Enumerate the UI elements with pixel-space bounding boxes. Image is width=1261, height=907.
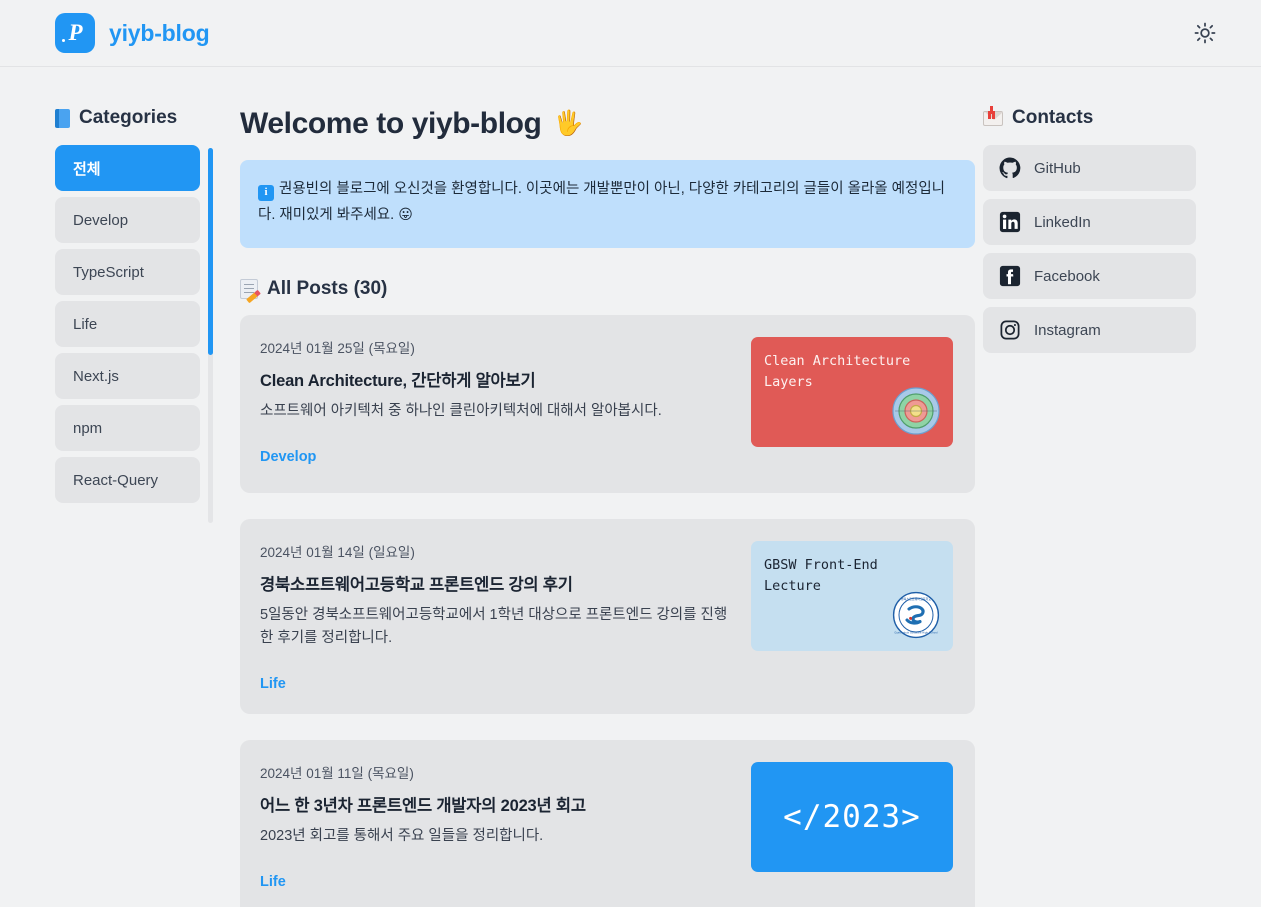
post-thumbnail-text: </2023> [783, 799, 921, 835]
page-container: Categories 전체 Develop TypeScript Life Next.j… [0, 67, 1261, 907]
github-icon [999, 157, 1021, 179]
category-scrollbar-track[interactable] [208, 148, 213, 523]
all-posts-heading-label: All Posts (30) [267, 278, 387, 300]
contact-item-facebook[interactable]: Facebook [983, 253, 1196, 299]
contact-item-linkedin[interactable]: LinkedIn [983, 199, 1196, 245]
post-list: 2024년 01월 25일 (목요일) Clean Architecture, 간… [240, 315, 975, 907]
post-date: 2024년 01월 25일 (목요일) [260, 337, 735, 357]
brand-title: yiyb-blog [109, 20, 209, 47]
sidebar-item-label: Next.js [73, 368, 119, 385]
main-content: Welcome to yiyb-blog 🖐 i권용빈의 블로그에 오신것을 환… [235, 107, 975, 907]
page-title-label: Welcome to yiyb-blog [240, 107, 541, 141]
sidebar-item-react-query[interactable]: React-Query [55, 457, 200, 503]
linkedin-icon [999, 211, 1021, 233]
information-icon: i [258, 185, 274, 201]
contacts-title-label: Contacts [1012, 107, 1093, 129]
post-date: 2024년 01월 14일 (일요일) [260, 541, 735, 561]
sidebar-item-label: Develop [73, 212, 128, 229]
notice-text: 권용빈의 블로그에 오신것을 환영합니다. 이곳에는 개발뿐만이 아닌, 다양한… [258, 181, 945, 223]
post-description: 소프트웨어 아키텍처 중 하나인 클린아키텍처에 대해서 알아봅시다. [260, 400, 730, 423]
sidebar-item--[interactable]: 전체 [55, 145, 200, 191]
facebook-icon [999, 265, 1021, 287]
post-thumbnail-badge [892, 387, 940, 439]
categories-title-label: Categories [79, 107, 177, 129]
sidebar-item-label: Life [73, 316, 97, 333]
contacts-title: Contacts [983, 107, 1261, 129]
facebook-icon [999, 265, 1021, 287]
svg-text:Gyeongbuk Software High School: Gyeongbuk Software High School [894, 630, 938, 634]
contact-item-instagram[interactable]: Instagram [983, 307, 1196, 353]
post-description: 2023년 회고를 통해서 주요 일들을 정리합니다. [260, 825, 730, 848]
post-category-tag[interactable]: Develop [260, 423, 735, 465]
sidebar-item-label: React-Query [73, 472, 158, 489]
contacts-sidebar: Contacts GitHub LinkedIn Facebook Instagram [975, 107, 1261, 907]
incoming-envelope-icon [983, 111, 1003, 126]
contact-item-label: LinkedIn [1034, 214, 1091, 231]
all-posts-heading: All Posts (30) [240, 278, 975, 300]
post-thumbnail: </2023> [751, 762, 953, 872]
post-body: 2024년 01월 11일 (목요일) 어느 한 3년차 프론트엔드 개발자의 2… [260, 762, 751, 890]
contact-item-label: Instagram [1034, 322, 1101, 339]
welcome-notice: i권용빈의 블로그에 오신것을 환영합니다. 이곳에는 개발뿐만이 아닌, 다양… [240, 160, 975, 248]
github-icon [999, 157, 1021, 179]
instagram-icon [999, 319, 1021, 341]
post-category-tag[interactable]: Life [260, 650, 735, 692]
sidebar-item-develop[interactable]: Develop [55, 197, 200, 243]
sidebar-item-label: TypeScript [73, 264, 144, 281]
tongue-face-icon: 😛 [398, 206, 413, 222]
post-card[interactable]: 2024년 01월 14일 (일요일) 경북소프트웨어고등학교 프론트엔드 강의 … [240, 519, 975, 714]
post-description: 5일동안 경북소프트웨어고등학교에서 1학년 대상으로 프론트엔드 강의를 진행… [260, 604, 730, 650]
clean-architecture-rings-icon [892, 387, 940, 435]
sidebar-item-label: npm [73, 420, 102, 437]
gbsw-school-emblem-icon: 경북소프트웨어고등학교 Gyeongbuk Software High Scho… [892, 591, 940, 639]
post-body: 2024년 01월 25일 (목요일) Clean Architecture, 간… [260, 337, 751, 465]
post-date: 2024년 01월 11일 (목요일) [260, 762, 735, 782]
category-scrollbar-thumb[interactable] [208, 148, 213, 355]
contact-list: GitHub LinkedIn Facebook Instagram [983, 145, 1196, 353]
linkedin-icon [999, 211, 1021, 233]
sidebar-item-next-js[interactable]: Next.js [55, 353, 200, 399]
post-thumbnail-badge: 경북소프트웨어고등학교 Gyeongbuk Software High Scho… [892, 591, 940, 643]
post-card[interactable]: 2024년 01월 25일 (목요일) Clean Architecture, 간… [240, 315, 975, 493]
sun-icon[interactable] [1187, 15, 1223, 51]
post-title[interactable]: 어느 한 3년차 프론트엔드 개발자의 2023년 회고 [260, 792, 735, 816]
post-title[interactable]: 경북소프트웨어고등학교 프론트엔드 강의 후기 [260, 571, 735, 595]
post-thumbnail: Clean Architecture Layers [751, 337, 953, 447]
post-card[interactable]: 2024년 01월 11일 (목요일) 어느 한 3년차 프론트엔드 개발자의 2… [240, 740, 975, 907]
svg-text:경북소프트웨어고등학교: 경북소프트웨어고등학교 [901, 596, 932, 601]
category-list: 전체 Develop TypeScript Life Next.js npm React-Q… [55, 145, 200, 503]
instagram-icon [999, 319, 1021, 341]
blue-book-icon [55, 109, 70, 128]
categories-title: Categories [55, 107, 235, 129]
category-list-wrapper: 전체 Develop TypeScript Life Next.js npm React-Q… [55, 145, 235, 503]
page-title: Welcome to yiyb-blog 🖐 [240, 107, 975, 141]
post-title[interactable]: Clean Architecture, 간단하게 알아보기 [260, 367, 735, 391]
brand-link[interactable]: P yiyb-blog [55, 13, 209, 53]
post-body: 2024년 01월 14일 (일요일) 경북소프트웨어고등학교 프론트엔드 강의 … [260, 541, 751, 692]
brand-logo-icon: P [55, 13, 95, 53]
sidebar-item-life[interactable]: Life [55, 301, 200, 347]
sidebar-item-npm[interactable]: npm [55, 405, 200, 451]
post-thumbnail: GBSW Front-End Lecture 경북소프트웨어고등학교 Gyeon… [751, 541, 953, 651]
sidebar-item-typescript[interactable]: TypeScript [55, 249, 200, 295]
contact-item-github[interactable]: GitHub [983, 145, 1196, 191]
sidebar-item-label: 전체 [73, 158, 101, 179]
categories-sidebar: Categories 전체 Develop TypeScript Life Next.j… [0, 107, 235, 907]
raised-hand-icon: 🖐 [553, 112, 582, 136]
contact-item-label: Facebook [1034, 268, 1100, 285]
memo-icon [240, 279, 258, 299]
site-header: P yiyb-blog [0, 0, 1261, 67]
post-category-tag[interactable]: Life [260, 848, 735, 890]
contact-item-label: GitHub [1034, 160, 1081, 177]
